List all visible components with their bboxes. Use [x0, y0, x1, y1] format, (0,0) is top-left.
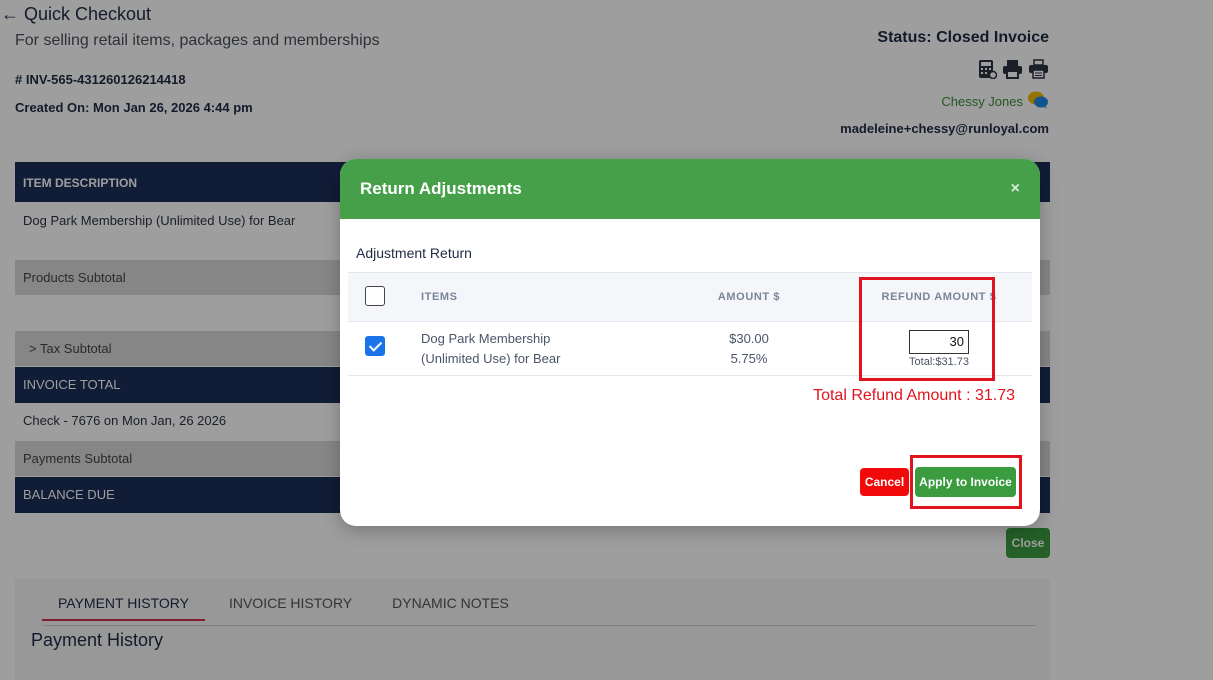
adjustment-table-header: ITEMS AMOUNT $ REFUND AMOUNT $: [348, 272, 1032, 322]
modal-header: Return Adjustments ×: [340, 159, 1040, 219]
close-icon[interactable]: ×: [1011, 180, 1020, 198]
item-checkbox[interactable]: [365, 336, 385, 356]
refund-amount-input[interactable]: [909, 329, 969, 354]
table-row: Dog Park Membership (Unlimited Use) for …: [348, 321, 1032, 376]
total-refund-amount: Total Refund Amount : 31.73: [813, 387, 1015, 404]
column-refund-amount: REFUND AMOUNT $: [881, 291, 997, 303]
modal-title: Return Adjustments: [360, 179, 522, 198]
apply-to-invoice-button[interactable]: Apply to Invoice: [915, 467, 1016, 497]
section-label: Adjustment Return: [356, 245, 472, 261]
column-items: ITEMS: [421, 291, 458, 303]
item-tax-rate: 5.75%: [730, 350, 768, 366]
return-adjustments-modal: Return Adjustments × Adjustment Return I…: [340, 159, 1040, 526]
adjustment-table: ITEMS AMOUNT $ REFUND AMOUNT $ Dog Park …: [348, 272, 1032, 376]
item-name-line1: Dog Park Membership: [421, 330, 551, 346]
refund-row-total: Total:$31.73: [909, 355, 969, 368]
cancel-button[interactable]: Cancel: [860, 468, 909, 496]
item-name-line2: (Unlimited Use) for Bear: [421, 350, 561, 366]
item-amount: $30.00: [729, 330, 769, 346]
select-all-checkbox[interactable]: [365, 285, 385, 306]
column-amount: AMOUNT $: [717, 291, 781, 303]
